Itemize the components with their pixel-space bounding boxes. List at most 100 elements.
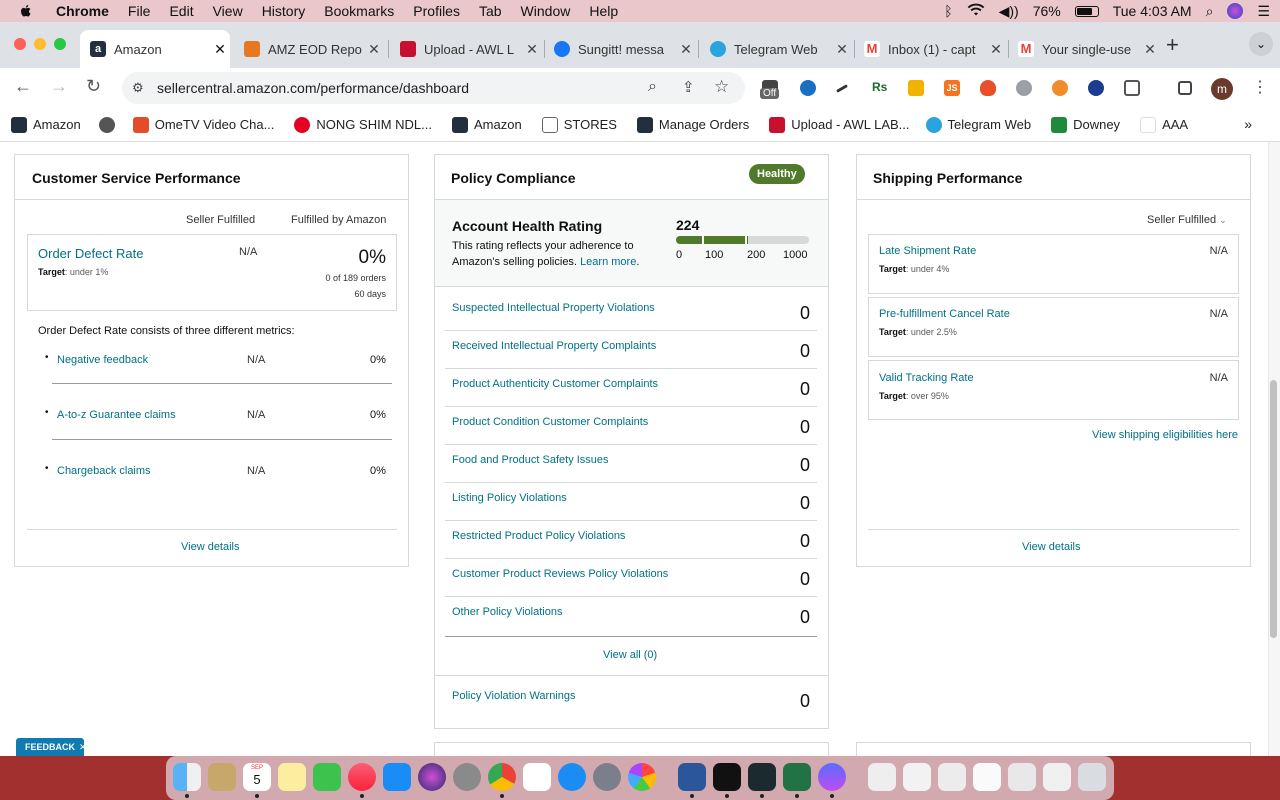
policy-row-label[interactable]: Suspected Intellectual Property Violatio… xyxy=(452,302,655,314)
window-zoom-icon[interactable] xyxy=(54,38,66,50)
battery-icon[interactable] xyxy=(1074,5,1099,17)
recent-document-icon[interactable] xyxy=(1043,763,1071,791)
extension-cloud-icon[interactable] xyxy=(1016,80,1032,96)
menu-profiles[interactable]: Profiles xyxy=(413,3,460,19)
app-store-icon[interactable] xyxy=(383,763,411,791)
window-minimize-icon[interactable] xyxy=(34,38,46,50)
side-panel-icon[interactable] xyxy=(1178,81,1192,95)
address-bar[interactable]: ⚙ sellercentral.amazon.com/performance/d… xyxy=(122,72,745,104)
extension-pen-icon[interactable] xyxy=(836,84,848,93)
bookmark-amazon-2[interactable]: Amazon xyxy=(452,116,522,133)
tab-amazon[interactable]: a Amazon ✕ xyxy=(80,30,230,68)
policy-row-label[interactable]: Received Intellectual Property Complaint… xyxy=(452,340,656,352)
tab-close-icon[interactable]: ✕ xyxy=(676,41,696,58)
excel-icon[interactable] xyxy=(783,763,811,791)
extension-blue-icon[interactable] xyxy=(800,80,816,96)
calendar-icon[interactable]: SEP 5 xyxy=(243,763,271,791)
bookmark-amazon[interactable]: Amazon xyxy=(11,116,81,133)
bookmark-aaa[interactable]: AAA xyxy=(1140,116,1188,133)
bookmark-downey[interactable]: Downey xyxy=(1051,116,1120,133)
bookmark-nong-shim[interactable]: NONG SHIM NDL... xyxy=(294,116,432,133)
policy-violation-warnings-link[interactable]: Policy Violation Warnings xyxy=(452,690,576,702)
new-tab-icon[interactable]: + xyxy=(1166,32,1179,58)
policy-row-label[interactable]: Other Policy Violations xyxy=(452,606,562,618)
policy-row-label[interactable]: Food and Product Safety Issues xyxy=(452,454,609,466)
music-icon[interactable] xyxy=(348,763,376,791)
forward-arrow-icon[interactable]: → xyxy=(50,76,68,97)
reminders-icon[interactable] xyxy=(523,763,551,791)
wifi-icon[interactable] xyxy=(967,3,985,20)
tab-gmail-single-use[interactable]: M Your single-use ✕ xyxy=(1008,30,1160,68)
menu-bookmarks[interactable]: Bookmarks xyxy=(324,3,394,19)
notes-pad-icon[interactable] xyxy=(208,763,236,791)
shipping-eligibilities-link[interactable]: View shipping eligibilities here xyxy=(1092,429,1238,441)
siri-dock-icon[interactable] xyxy=(418,763,446,791)
tab-close-icon[interactable]: ✕ xyxy=(364,41,384,58)
share-icon[interactable]: ⇪ xyxy=(682,78,695,96)
tab-search-chevron-icon[interactable]: ⌄ xyxy=(1249,32,1273,56)
menu-help[interactable]: Help xyxy=(589,3,618,19)
recent-document-icon[interactable] xyxy=(973,763,1001,791)
feedback-close-icon[interactable]: ✕ xyxy=(79,742,87,753)
recent-document-icon[interactable] xyxy=(938,763,966,791)
menu-app-name[interactable]: Chrome xyxy=(56,3,109,19)
tab-upload-awl[interactable]: Upload - AWL L ✕ xyxy=(390,30,542,68)
menu-file[interactable]: File xyxy=(128,3,151,19)
tab-sungitt-messages[interactable]: Sungitt! messa ✕ xyxy=(544,30,696,68)
profile-avatar[interactable]: m xyxy=(1211,78,1233,100)
menu-history[interactable]: History xyxy=(262,3,306,19)
spotlight-search-icon[interactable]: ⌕ xyxy=(1206,3,1214,20)
notes-icon[interactable] xyxy=(278,763,306,791)
clock[interactable]: Tue 4:03 AM xyxy=(1113,3,1192,19)
menu-edit[interactable]: Edit xyxy=(169,3,193,19)
bookmark-telegram[interactable]: Telegram Web xyxy=(925,116,1031,133)
finder-icon[interactable] xyxy=(173,763,201,791)
apple-logo-icon[interactable] xyxy=(18,3,34,19)
safari-icon[interactable] xyxy=(558,763,586,791)
recent-document-icon[interactable] xyxy=(868,763,896,791)
system-settings-icon[interactable] xyxy=(453,763,481,791)
extension-fire-icon[interactable] xyxy=(980,80,996,96)
policy-row-label[interactable]: Customer Product Reviews Policy Violatio… xyxy=(452,568,668,580)
a-to-z-claims-link[interactable]: A-to-z Guarantee claims xyxy=(57,409,176,421)
view-details-link[interactable]: View details xyxy=(181,541,240,553)
valid-tracking-rate-link[interactable]: Valid Tracking Rate xyxy=(879,372,974,384)
facetime-icon[interactable] xyxy=(313,763,341,791)
pre-fulfillment-cancel-rate-link[interactable]: Pre-fulfillment Cancel Rate xyxy=(879,308,1010,320)
bookmark-manage-orders[interactable]: Manage Orders xyxy=(636,116,749,133)
launchpad-icon[interactable] xyxy=(593,763,621,791)
menu-view[interactable]: View xyxy=(213,3,243,19)
bookmarks-overflow-icon[interactable]: » xyxy=(1244,116,1252,132)
bookmark-ometv[interactable]: OmeTV Video Cha... xyxy=(132,116,274,133)
feedback-button[interactable]: FEEDBACK ✕ xyxy=(16,738,87,756)
recent-document-icon[interactable] xyxy=(1008,763,1036,791)
activity-monitor-icon[interactable] xyxy=(748,763,776,791)
extension-f-icon[interactable] xyxy=(1088,80,1104,96)
tab-close-icon[interactable]: ✕ xyxy=(1140,41,1160,58)
bookmark-star-icon[interactable]: ☆ xyxy=(714,77,729,97)
more-menu-icon[interactable]: ⋮ xyxy=(1252,77,1268,97)
tab-close-icon[interactable]: ✕ xyxy=(832,41,852,58)
fulfillment-selector[interactable]: Seller Fulfilled ⌄ xyxy=(1147,214,1227,226)
bookmark-upload-awl[interactable]: Upload - AWL LAB... xyxy=(769,116,910,133)
bookmark-stores[interactable]: STORES xyxy=(541,116,617,133)
bookmark-globe[interactable] xyxy=(98,116,115,133)
order-defect-rate-link[interactable]: Order Defect Rate xyxy=(38,246,144,261)
extension-rs-icon[interactable]: Rs xyxy=(872,80,888,96)
back-arrow-icon[interactable]: ← xyxy=(14,76,32,97)
url-text[interactable]: sellercentral.amazon.com/performance/das… xyxy=(157,80,469,96)
messenger-icon[interactable] xyxy=(818,763,846,791)
chargeback-claims-link[interactable]: Chargeback claims xyxy=(57,465,151,477)
volume-icon[interactable]: ◀)) xyxy=(999,3,1019,20)
tab-close-icon[interactable]: ✕ xyxy=(986,41,1006,58)
bluetooth-icon[interactable]: ᛒ xyxy=(944,3,952,19)
view-details-link[interactable]: View details xyxy=(1022,541,1081,553)
policy-row-label[interactable]: Restricted Product Policy Violations xyxy=(452,530,625,542)
siri-icon[interactable] xyxy=(1227,3,1244,19)
view-all-link[interactable]: View all (0) xyxy=(603,649,657,661)
menu-tab[interactable]: Tab xyxy=(479,3,502,19)
tab-close-icon[interactable]: ✕ xyxy=(522,41,542,58)
policy-row-label[interactable]: Product Authenticity Customer Complaints xyxy=(452,378,658,390)
terminal-icon[interactable] xyxy=(713,763,741,791)
word-icon[interactable] xyxy=(678,763,706,791)
